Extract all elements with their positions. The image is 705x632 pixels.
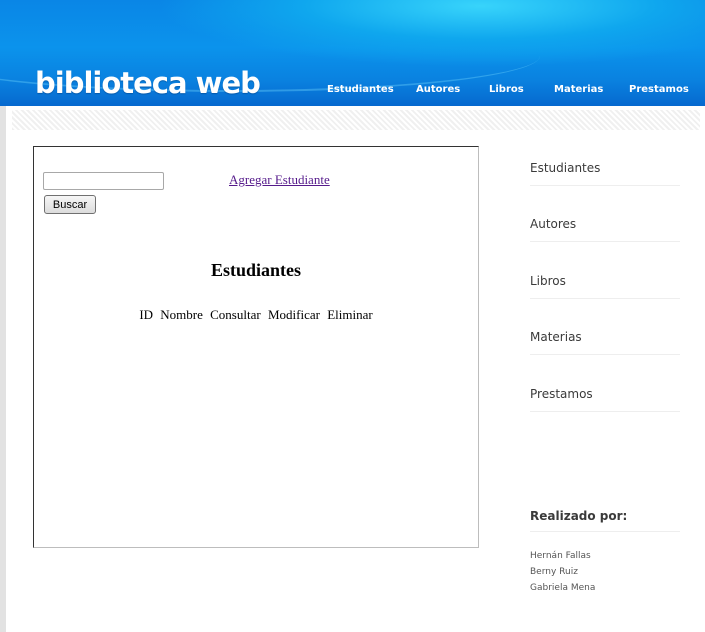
search-input[interactable] <box>43 172 164 190</box>
credit-name: Hernán Fallas <box>530 551 591 561</box>
credits-heading: Realizado por: <box>530 509 680 532</box>
nav-item-autores[interactable]: Autores <box>416 84 460 95</box>
sidebar-item-autores[interactable]: Autores <box>530 217 680 242</box>
credit-name: Gabriela Mena <box>530 583 596 593</box>
site-header: biblioteca web Estudiantes Autores Libro… <box>0 0 705 106</box>
nav-item-estudiantes[interactable]: Estudiantes <box>327 84 394 95</box>
sidebar-item-estudiantes[interactable]: Estudiantes <box>530 161 680 186</box>
column-header-eliminar: Eliminar <box>327 307 373 322</box>
sidebar-item-libros[interactable]: Libros <box>530 274 680 299</box>
column-header-id: ID <box>139 307 154 322</box>
top-nav: Estudiantes Autores Libros Materias Pres… <box>0 84 705 98</box>
nav-item-prestamos[interactable]: Prestamos <box>629 84 689 95</box>
add-student-link[interactable]: Agregar Estudiante <box>229 172 330 188</box>
sidebar-item-prestamos[interactable]: Prestamos <box>530 387 680 412</box>
credit-name: Berny Ruiz <box>530 567 578 577</box>
main-content-panel: Buscar Agregar Estudiante Estudiantes ID… <box>33 146 479 548</box>
column-header-consultar: Consultar <box>210 307 261 322</box>
nav-item-materias[interactable]: Materias <box>554 84 603 95</box>
column-header-modificar: Modificar <box>267 307 320 322</box>
nav-item-libros[interactable]: Libros <box>489 84 524 95</box>
column-header-nombre: Nombre <box>160 307 203 322</box>
search-button[interactable]: Buscar <box>44 195 96 214</box>
header-stripe-divider <box>12 110 700 130</box>
page-title: Estudiantes <box>210 260 302 280</box>
sidebar-item-materias[interactable]: Materias <box>530 330 680 355</box>
students-table-header: ID Nombre Consultar Modificar Eliminar <box>34 307 478 323</box>
